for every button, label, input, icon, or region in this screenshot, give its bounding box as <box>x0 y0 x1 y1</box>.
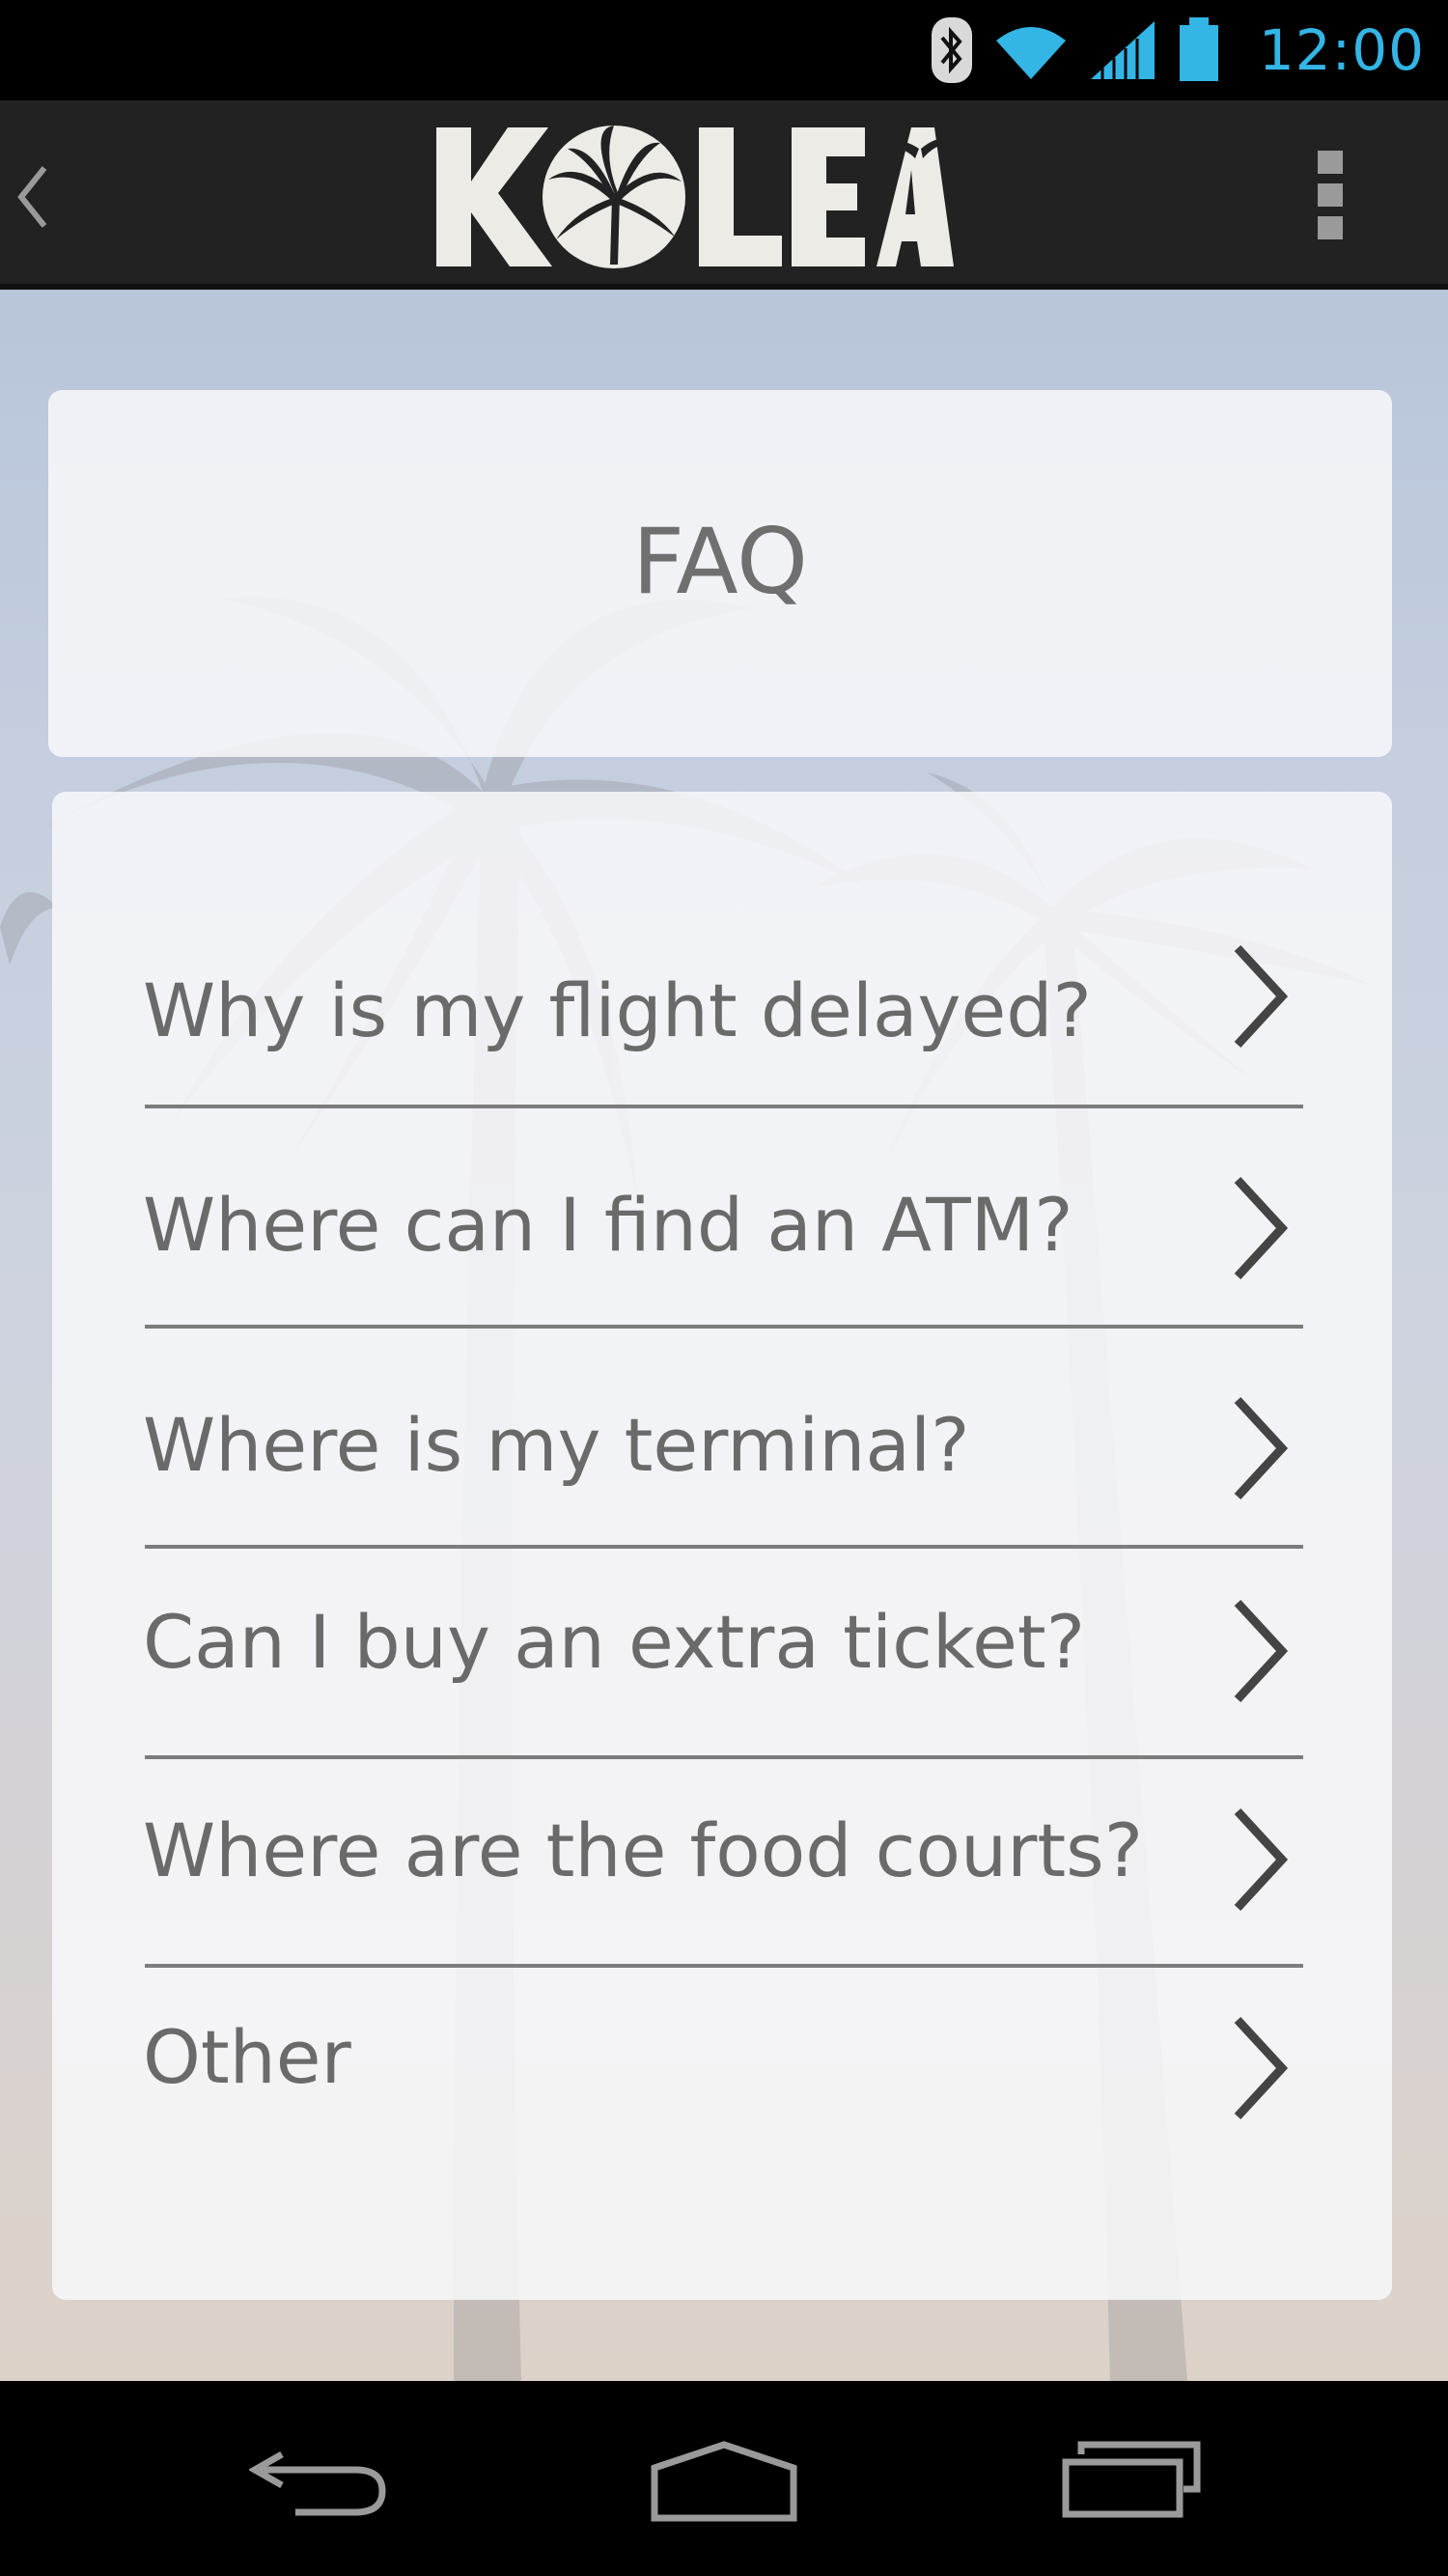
faq-item-other[interactable]: Other <box>93 1968 1289 2199</box>
chevron-right-icon <box>1228 1804 1292 1919</box>
recent-apps-icon[interactable] <box>1060 2441 1203 2522</box>
home-nav-icon[interactable] <box>649 2441 799 2526</box>
chevron-right-icon <box>1228 1392 1292 1508</box>
faq-item-flight-delayed[interactable]: Why is my flight delayed? <box>93 908 1289 1110</box>
navigation-bar <box>0 2381 1448 2576</box>
chevron-right-icon <box>1228 940 1292 1056</box>
chevron-left-icon[interactable] <box>14 162 52 236</box>
back-nav-icon[interactable] <box>247 2441 390 2522</box>
cell-signal-icon <box>1089 19 1156 81</box>
faq-item-label: Why is my flight delayed? <box>143 967 1092 1053</box>
faq-item-label: Where is my terminal? <box>143 1402 970 1488</box>
faq-item-food-courts[interactable]: Where are the food courts? <box>93 1759 1289 1968</box>
wifi-icon <box>994 19 1068 81</box>
kolea-logo <box>432 120 954 274</box>
faq-item-label: Can I buy an extra ticket? <box>143 1599 1086 1685</box>
battery-icon <box>1178 17 1220 83</box>
overflow-menu-icon[interactable] <box>1311 151 1350 243</box>
faq-item-label: Where can I find an ATM? <box>143 1182 1073 1268</box>
faq-item-find-atm[interactable]: Where can I find an ATM? <box>93 1108 1289 1329</box>
bluetooth-icon <box>931 16 973 84</box>
faq-item-extra-ticket[interactable]: Can I buy an extra ticket? <box>93 1549 1289 1757</box>
page-title: FAQ <box>631 510 809 615</box>
content-area: FAQ Why is my flight delayed? Where can … <box>0 290 1448 2381</box>
chevron-right-icon <box>1228 1172 1292 1288</box>
status-bar: 12:00 <box>0 0 1448 100</box>
chevron-right-icon <box>1228 2012 1292 2128</box>
faq-item-terminal[interactable]: Where is my terminal? <box>93 1329 1289 1549</box>
clock: 12:00 <box>1258 17 1425 83</box>
chevron-right-icon <box>1228 1595 1292 1711</box>
faq-item-label: Other <box>143 2014 351 2100</box>
title-card: FAQ <box>48 390 1392 757</box>
faq-item-label: Where are the food courts? <box>143 1807 1144 1893</box>
action-bar <box>0 100 1448 290</box>
